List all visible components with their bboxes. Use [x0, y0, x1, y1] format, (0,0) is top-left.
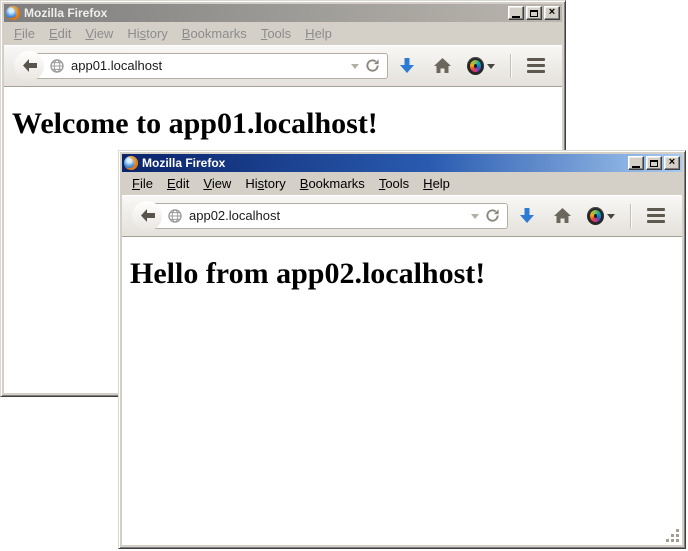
maximize-icon: [650, 160, 658, 167]
home-icon: [434, 58, 451, 73]
addon-caret-icon: [607, 214, 615, 223]
menu-edit[interactable]: Edit: [160, 174, 196, 193]
home-button[interactable]: [426, 50, 458, 82]
menu-edit[interactable]: Edit: [42, 24, 78, 43]
titlebar[interactable]: Mozilla Firefox ×: [122, 154, 682, 172]
back-button[interactable]: [132, 201, 162, 231]
firefox-window-app02: Mozilla Firefox × File Edit View History…: [118, 150, 686, 549]
back-icon: [140, 209, 155, 222]
addon-icon: [467, 57, 484, 75]
menu-file[interactable]: File: [7, 24, 42, 43]
minimize-button[interactable]: [508, 6, 524, 20]
menu-icon: [527, 58, 545, 73]
urlbar-dropdown-icon[interactable]: [351, 64, 359, 73]
menu-bookmarks[interactable]: Bookmarks: [293, 174, 372, 193]
maximize-button[interactable]: [526, 6, 542, 20]
close-button[interactable]: ×: [664, 156, 680, 170]
menu-bar: File Edit View History Bookmarks Tools H…: [122, 172, 682, 195]
globe-icon: [50, 59, 64, 73]
home-icon: [554, 208, 571, 223]
addon-icon: [587, 207, 604, 225]
reload-icon[interactable]: [365, 58, 380, 73]
menu-bookmarks[interactable]: Bookmarks: [175, 24, 254, 43]
minimize-icon: [512, 16, 520, 18]
close-icon: ×: [549, 7, 555, 18]
window-controls: ×: [508, 6, 560, 20]
menu-bar: File Edit View History Bookmarks Tools H…: [4, 22, 562, 45]
menu-history[interactable]: History: [238, 174, 292, 193]
firefox-icon: [6, 6, 20, 20]
titlebar[interactable]: Mozilla Firefox ×: [4, 4, 562, 22]
maximize-button[interactable]: [646, 156, 662, 170]
back-button[interactable]: [14, 51, 44, 81]
menu-help[interactable]: Help: [416, 174, 457, 193]
toolbar-separator: [630, 204, 631, 228]
url-text: app01.localhost: [71, 58, 351, 73]
desktop: Mozilla Firefox × File Edit View History…: [0, 0, 688, 551]
url-text: app02.localhost: [189, 208, 471, 223]
url-bar[interactable]: app02.localhost: [147, 203, 508, 229]
menu-history[interactable]: History: [120, 24, 174, 43]
back-icon: [22, 59, 37, 72]
firefox-icon: [124, 156, 138, 170]
maximize-icon: [530, 10, 538, 17]
globe-icon: [168, 209, 182, 223]
window-title: Mozilla Firefox: [24, 6, 107, 20]
toolbar-separator: [510, 54, 511, 78]
addon-button[interactable]: [461, 50, 501, 82]
menu-tools[interactable]: Tools: [372, 174, 416, 193]
page-heading: Hello from app02.localhost!: [130, 257, 674, 291]
nav-toolbar: app02.localhost: [122, 195, 682, 237]
menu-file[interactable]: File: [125, 174, 160, 193]
download-button[interactable]: [391, 50, 423, 82]
reload-icon[interactable]: [485, 208, 500, 223]
window-controls: ×: [628, 156, 680, 170]
urlbar-dropdown-icon[interactable]: [471, 214, 479, 223]
home-button[interactable]: [546, 200, 578, 232]
download-icon: [519, 207, 535, 224]
menu-view[interactable]: View: [78, 24, 120, 43]
app-menu-button[interactable]: [520, 50, 552, 82]
url-bar[interactable]: app01.localhost: [29, 53, 388, 79]
minimize-icon: [632, 166, 640, 168]
app-menu-button[interactable]: [640, 200, 672, 232]
menu-view[interactable]: View: [196, 174, 238, 193]
menu-help[interactable]: Help: [298, 24, 339, 43]
close-button[interactable]: ×: [544, 6, 560, 20]
close-icon: ×: [669, 157, 675, 168]
minimize-button[interactable]: [628, 156, 644, 170]
window-title: Mozilla Firefox: [142, 156, 225, 170]
nav-toolbar: app01.localhost: [4, 45, 562, 87]
download-button[interactable]: [511, 200, 543, 232]
addon-caret-icon: [487, 64, 495, 73]
addon-button[interactable]: [581, 200, 621, 232]
menu-icon: [647, 208, 665, 223]
page-heading: Welcome to app01.localhost!: [12, 107, 554, 141]
download-icon: [399, 57, 415, 74]
page-content: Hello from app02.localhost!: [122, 237, 682, 545]
resize-grip-icon[interactable]: [666, 529, 680, 543]
menu-tools[interactable]: Tools: [254, 24, 298, 43]
